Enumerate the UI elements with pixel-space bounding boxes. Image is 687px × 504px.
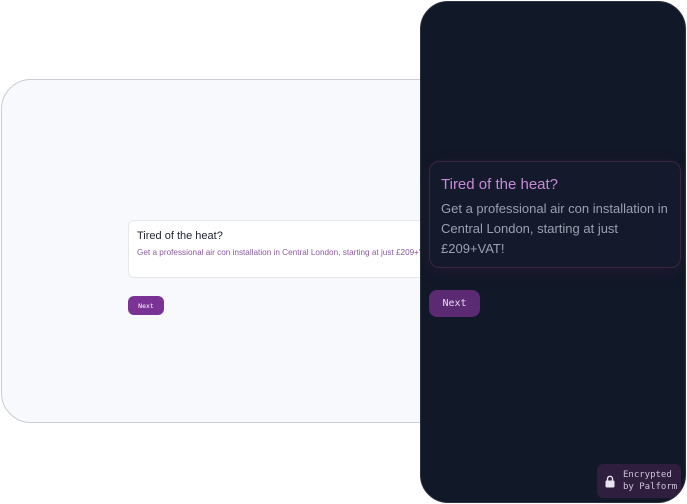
badge-line-by-palform: by Palform (623, 482, 678, 492)
question-title: Tired of the heat? (441, 176, 559, 193)
next-button[interactable]: Next (429, 290, 480, 317)
question-card: Tired of the heat? Get a professional ai… (429, 161, 681, 268)
question-card: Tired of the heat? Get a professional ai… (128, 220, 458, 278)
question-description: Get a professional air con installation … (137, 248, 436, 257)
encrypted-badge[interactable]: Encrypted by Palform (597, 464, 681, 498)
next-button[interactable]: Next (128, 296, 164, 315)
badge-label: Encrypted by Palform (623, 469, 677, 493)
badge-line-encrypted: Encrypted (623, 470, 672, 480)
mobile-preview: Tired of the heat? Get a professional ai… (420, 1, 686, 503)
form-preview-stage: Tired of the heat? Get a professional ai… (0, 0, 687, 504)
question-title: Tired of the heat? (137, 230, 223, 242)
question-description: Get a professional air con installation … (441, 201, 668, 256)
lock-icon (605, 475, 615, 487)
